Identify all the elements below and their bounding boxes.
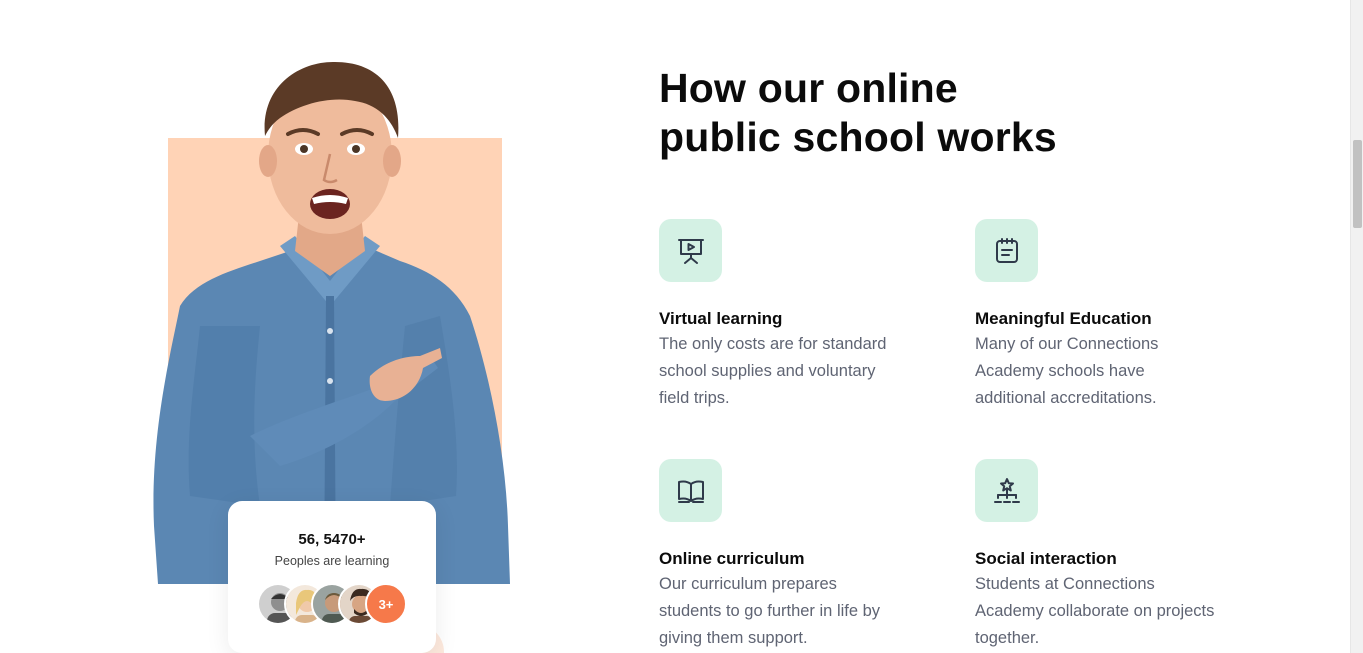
feature-icon-box [975, 459, 1038, 522]
feature-online-curriculum: Online curriculum Our curriculum prepare… [659, 459, 919, 647]
feature-title: Virtual learning [659, 309, 783, 328]
feature-description: The only costs are for standard school s… [659, 335, 887, 407]
section-title-line1: How our online [659, 65, 958, 111]
feature-description: Many of our Connections Academy schools … [975, 335, 1159, 407]
scrollbar-thumb[interactable] [1353, 140, 1362, 228]
feature-meaningful-education: Meaningful Education Many of our Connect… [975, 219, 1235, 407]
learner-avatars: 3+ [257, 583, 417, 625]
feature-icon-box [659, 459, 722, 522]
feature-description: Students at Connections Academy collabor… [975, 575, 1215, 647]
feature-title: Social interaction [975, 549, 1117, 568]
feature-virtual-learning: Virtual learning The only costs are for … [659, 219, 919, 407]
feature-title: Online curriculum [659, 549, 805, 568]
star-network-icon [993, 477, 1020, 503]
feature-icon-box [659, 219, 722, 282]
feature-social-interaction: Social interaction Students at Connectio… [975, 459, 1235, 647]
learners-stats-card: 56, 5470+ Peoples are learning 3+ [228, 501, 436, 653]
page-scrollbar[interactable] [1350, 0, 1363, 653]
notepad-icon [995, 237, 1018, 263]
learners-count: 56, 5470+ [298, 531, 366, 548]
section-title-line2: public school works [659, 114, 1057, 160]
learners-label: Peoples are learning [274, 554, 390, 568]
feature-description: Our curriculum prepares students to go f… [659, 575, 881, 647]
open-book-icon [677, 479, 704, 503]
more-learners-badge[interactable]: 3+ [365, 583, 407, 625]
presentation-board-icon [677, 238, 704, 264]
feature-icon-box [975, 219, 1038, 282]
feature-title: Meaningful Education [975, 309, 1152, 328]
section-title: How our online public school works [659, 64, 1119, 162]
